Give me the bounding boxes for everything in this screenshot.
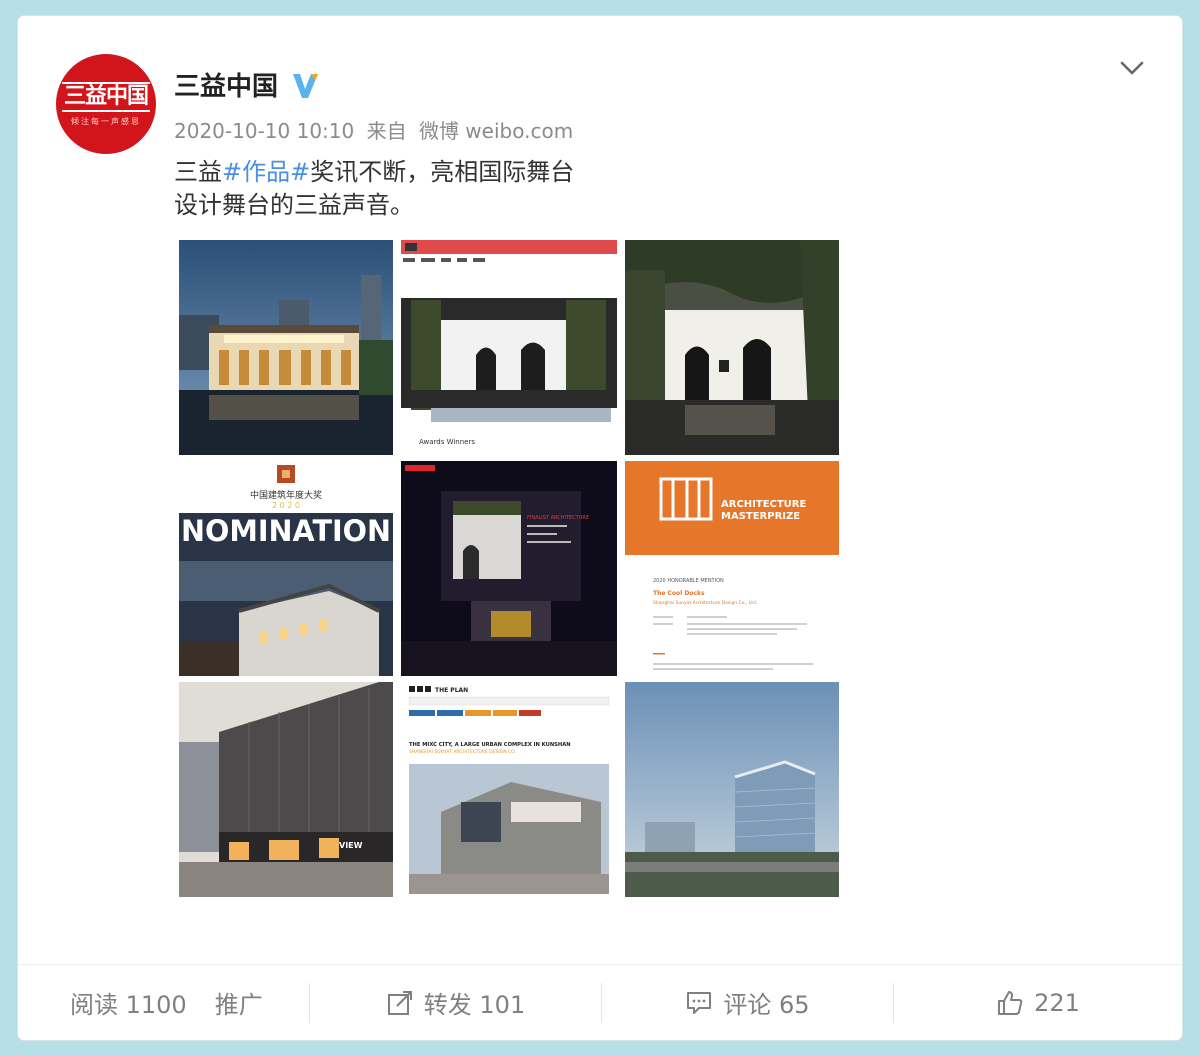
verified-v-icon [293, 73, 319, 98]
repost-icon [387, 990, 412, 1015]
image-museum-night[interactable] [179, 240, 393, 455]
post-source-prefix: 来自 [366, 119, 407, 143]
avatar-slogan: 倾注每一声感恩 [71, 116, 141, 126]
image-the-plan-article[interactable]: THE PLAN THE MIXC CITY, A LARGE URBAN CO… [401, 682, 617, 897]
plan-firm: SHANGHAI SUNYAT ARCHITECTURE DESIGN CO. [409, 749, 516, 755]
post-footer: 阅读 1100 推广 转发 101 评论 65 221 [18, 964, 1182, 1040]
like-button[interactable]: 221 [894, 983, 1182, 1023]
reads-and-promote: 阅读 1100 推广 [18, 982, 310, 1023]
avatar-logo-text: 三益中国 [61, 81, 150, 112]
plan-brand: THE PLAN [435, 687, 468, 694]
repost-button[interactable]: 转发 101 [310, 982, 602, 1023]
promote-button[interactable]: 推广 [215, 985, 263, 1020]
image-masterprize[interactable]: ARCHITECTURE MASTERPRIZE 2020 HONORABLE … [625, 461, 839, 676]
masterprize-line1: ARCHITECTURE [721, 499, 807, 510]
post-text-prefix: 三益 [174, 158, 222, 186]
reads-count: 阅读 1100 [70, 991, 187, 1019]
image-grid: Awards Winners 中国建筑年度大奖 2 0 2 0 NOMINATI… [179, 240, 841, 897]
masterprize-line2: MASTERPRIZE [721, 511, 800, 522]
image-office-tower[interactable] [625, 682, 839, 897]
stage-screen-heading: FINALIST ARCHITECTURE [527, 515, 589, 521]
masterprize-mention: 2020 HONORABLE MENTION [653, 578, 724, 584]
nomination-title: 中国建筑年度大奖 [250, 489, 322, 501]
user-name[interactable]: 三益中国 [174, 66, 278, 103]
repost-label: 转发 101 [423, 991, 526, 1019]
thumbs-up-icon [998, 990, 1023, 1015]
awards-site-heading: Awards Winners [419, 438, 475, 446]
chevron-down-icon[interactable] [1118, 54, 1146, 82]
avatar[interactable]: 三益中国 倾注每一声感恩 [56, 54, 156, 154]
post-text-line1: 奖讯不断，亮相国际舞台 [310, 158, 575, 186]
image-awards-website[interactable]: Awards Winners [401, 240, 617, 455]
post-meta: 2020-10-10 10:10 来自 微博 weibo.com [174, 115, 573, 144]
post-source[interactable]: 微博 weibo.com [419, 119, 573, 143]
post-timestamp[interactable]: 2020-10-10 10:10 [174, 119, 354, 143]
nomination-year: 2 0 2 0 [272, 501, 300, 510]
masterprize-project: The Cool Docks [653, 590, 705, 597]
plan-headline: THE MIXC CITY, A LARGE URBAN COMPLEX IN … [409, 742, 571, 748]
comment-icon [687, 991, 712, 1014]
mall-sign: VIEW [339, 841, 363, 850]
image-nomination-poster[interactable]: 中国建筑年度大奖 2 0 2 0 NOMINATION [179, 461, 393, 676]
image-mall-facade[interactable]: VIEW [179, 682, 393, 897]
comment-button[interactable]: 评论 65 [602, 982, 894, 1023]
user-header: 三益中国 [174, 66, 320, 103]
post-text: 三益#作品#奖讯不断，亮相国际舞台 设计舞台的三益声音。 [174, 156, 634, 222]
image-award-stage[interactable]: FINALIST ARCHITECTURE [401, 461, 617, 676]
masterprize-firm: Shanghai Sunyat Architecture Design Co.,… [653, 600, 757, 606]
comment-label: 评论 65 [723, 991, 810, 1019]
nomination-word: NOMINATION [181, 514, 391, 548]
hashtag-link[interactable]: #作品# [222, 158, 310, 186]
like-count: 221 [1034, 988, 1080, 1017]
weibo-post-card: 三益中国 倾注每一声感恩 三益中国 2020-10-10 10:10 来自 微博… [18, 16, 1182, 1040]
post-text-line2: 设计舞台的三益声音。 [174, 191, 414, 219]
image-courtyard[interactable] [625, 240, 839, 455]
